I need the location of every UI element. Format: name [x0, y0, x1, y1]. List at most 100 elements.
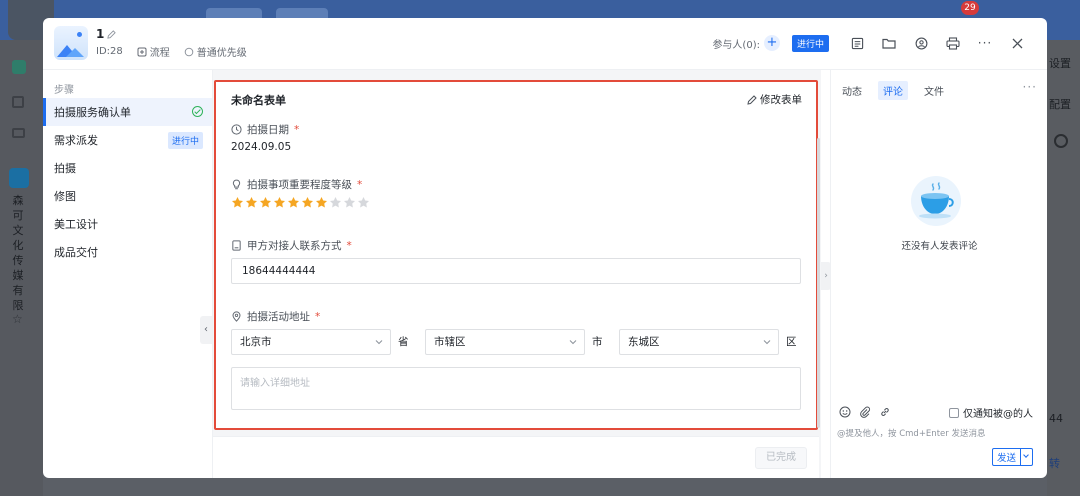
background-notification-badge: 29 — [961, 1, 979, 15]
form-scrollbar[interactable] — [817, 138, 820, 428]
city-select[interactable]: 市辖区 — [425, 329, 585, 355]
folder-button[interactable] — [873, 32, 905, 54]
lightbulb-icon — [232, 179, 241, 190]
flow-indicator[interactable]: 流程 — [137, 44, 170, 59]
background-config-text: 配置 — [1049, 98, 1071, 111]
star-filled-icon[interactable] — [245, 196, 258, 209]
step-item-retouch[interactable]: 修图 — [43, 182, 212, 210]
notify-mentioned-only[interactable]: 仅通知被@的人 — [949, 405, 1033, 420]
star-empty-icon[interactable] — [343, 196, 356, 209]
star-filled-icon[interactable] — [287, 196, 300, 209]
clock-icon — [231, 124, 242, 135]
company-name-char: 有 — [12, 284, 24, 297]
location-pin-icon — [232, 311, 241, 322]
form-card: 未命名表单 修改表单 拍摄日期 * 2024.09.05 拍摄事项重要程度等级 … — [214, 80, 818, 430]
folder-icon — [12, 128, 25, 138]
background-number: 44 — [1049, 412, 1063, 425]
chevron-down-icon — [375, 340, 383, 345]
step-item-shoot[interactable]: 拍摄 — [43, 154, 212, 182]
step-item-dispatch[interactable]: 需求派发 进行中 — [43, 126, 212, 154]
emoji-icon[interactable] — [839, 406, 851, 418]
chevron-down-icon — [763, 340, 771, 345]
contact-field-label: 甲方对接人联系方式 * — [231, 238, 352, 253]
tab-activity[interactable]: 动态 — [837, 81, 867, 100]
printer-icon — [946, 36, 960, 50]
participants-label: 参与人(0): — [712, 39, 760, 51]
tab-files[interactable]: 文件 — [919, 81, 949, 100]
edit-form-button[interactable]: 修改表单 — [747, 92, 802, 107]
star-filled-icon[interactable] — [259, 196, 272, 209]
star-outline-icon: ☆ — [12, 312, 23, 326]
company-name-char: 可 — [12, 209, 24, 222]
more-button[interactable]: ··· — [969, 32, 1001, 54]
importance-label-text: 拍摄事项重要程度等级 — [247, 179, 352, 191]
star-filled-icon[interactable] — [273, 196, 286, 209]
tab-comments[interactable]: 评论 — [878, 81, 908, 100]
company-name-char: 化 — [12, 239, 24, 252]
step-item-design[interactable]: 美工设计 — [43, 210, 212, 238]
send-button[interactable]: 发送 — [991, 448, 1021, 466]
steps-sidebar: 步骤 拍摄服务确认单 需求派发 进行中 拍摄 修图 美工设计 成品交付 ‹ — [43, 70, 213, 478]
required-mark: * — [315, 310, 321, 323]
province-unit: 省 — [398, 336, 409, 348]
folder-icon — [882, 38, 896, 49]
close-button[interactable] — [1001, 32, 1033, 54]
modal-header: 1 ID:28 流程 普通优先级 参与人(0): + 进行中 ··· — [43, 18, 1047, 70]
required-mark: * — [294, 123, 300, 136]
collapse-steps-button[interactable]: ‹ — [200, 316, 212, 344]
attachment-icon[interactable] — [859, 406, 871, 418]
star-empty-icon[interactable] — [329, 196, 342, 209]
steps-title: 步骤 — [54, 85, 74, 96]
company-name-char: 文 — [12, 224, 24, 237]
user-circle-icon — [915, 37, 927, 49]
flow-icon — [137, 47, 147, 56]
pencil-icon[interactable] — [107, 29, 117, 39]
company-name-char: 森 — [12, 194, 24, 207]
task-title[interactable]: 1 — [96, 27, 117, 41]
task-meta-row: ID:28 流程 普通优先级 — [96, 44, 247, 59]
status-badge[interactable]: 进行中 — [791, 34, 829, 52]
empty-comments-text: 还没有人发表评论 — [901, 241, 978, 252]
step-label: 成品交付 — [54, 246, 98, 259]
date-value[interactable]: 2024.09.05 — [231, 141, 291, 153]
district-select[interactable]: 东城区 — [619, 329, 779, 355]
side-more-icon[interactable]: ··· — [1023, 80, 1037, 94]
task-cover-icon — [54, 26, 88, 60]
required-mark: * — [346, 239, 352, 252]
complete-bar: 已完成 — [213, 436, 819, 478]
pencil-icon — [747, 94, 757, 105]
members-button[interactable] — [905, 32, 937, 54]
contact-phone-input[interactable]: 18644444444 — [231, 258, 801, 284]
form-panel: 未命名表单 修改表单 拍摄日期 * 2024.09.05 拍摄事项重要程度等级 … — [213, 70, 821, 478]
gear-icon — [1054, 134, 1068, 148]
add-participant-button[interactable]: + — [763, 35, 780, 51]
star-filled-icon[interactable] — [231, 196, 244, 209]
priority-indicator[interactable]: 普通优先级 — [184, 44, 247, 59]
notify-checkbox[interactable] — [949, 407, 959, 418]
step-label: 修图 — [54, 190, 76, 203]
form-view-button[interactable] — [841, 32, 873, 54]
complete-button[interactable]: 已完成 — [755, 447, 807, 469]
comment-toolbar — [839, 406, 891, 418]
notify-label: 仅通知被@的人 — [963, 409, 1033, 420]
detail-address-input[interactable]: 请输入详细地址 — [231, 367, 801, 410]
edit-form-label: 修改表单 — [760, 94, 802, 106]
comment-input[interactable]: @提及他人，按 Cmd+Enter 发送消息 — [837, 427, 985, 439]
province-select[interactable]: 北京市 — [231, 329, 391, 355]
star-filled-icon[interactable] — [315, 196, 328, 209]
link-icon[interactable] — [879, 406, 891, 418]
grid-icon — [12, 96, 24, 108]
header-actions: 参与人(0): + 进行中 ··· — [712, 32, 1033, 54]
print-button[interactable] — [937, 32, 969, 54]
star-filled-icon[interactable] — [301, 196, 314, 209]
star-empty-icon[interactable] — [357, 196, 370, 209]
step-label: 拍摄 — [54, 162, 76, 175]
send-options-chevron-icon[interactable] — [1021, 448, 1033, 466]
close-icon — [1012, 38, 1022, 48]
more-dots-icon: ··· — [977, 36, 993, 50]
check-circle-icon — [192, 106, 203, 117]
importance-rating[interactable] — [231, 196, 370, 209]
step-item-confirm[interactable]: 拍摄服务确认单 — [43, 98, 212, 126]
step-item-delivery[interactable]: 成品交付 — [43, 238, 212, 266]
flow-label: 流程 — [149, 48, 170, 59]
